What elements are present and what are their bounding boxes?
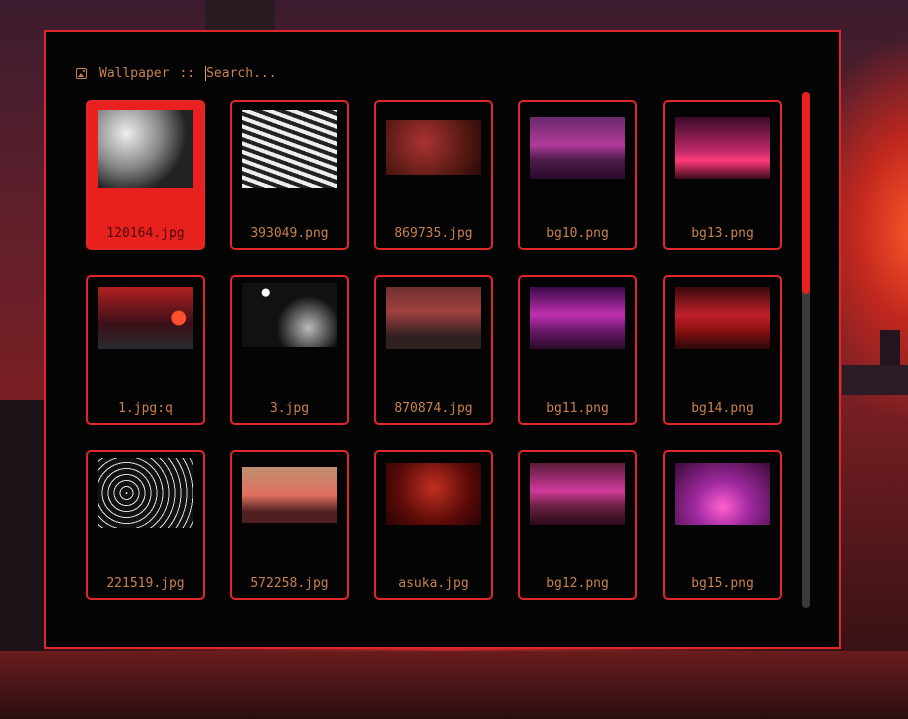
wallpaper-filename: 1.jpg:q	[118, 401, 173, 416]
wallpaper-filename: bg12.png	[546, 576, 609, 591]
wallpaper-thumbnail	[98, 287, 193, 349]
wallpaper-filename: 869735.jpg	[394, 226, 473, 241]
wallpaper-item[interactable]: bg13.png	[663, 100, 782, 250]
wallpaper-item[interactable]: 572258.jpg	[230, 450, 349, 600]
search-input[interactable]	[205, 65, 407, 81]
wallpaper-filename: 3.jpg	[269, 401, 310, 416]
wallpaper-item[interactable]: bg10.png	[518, 100, 637, 250]
wallpaper-thumbnail	[530, 117, 625, 179]
wallpaper-filename: 221519.jpg	[106, 576, 185, 591]
wallpaper-filename: bg15.png	[691, 576, 754, 591]
image-icon	[76, 67, 87, 79]
wallpaper-item[interactable]: 3.jpg	[230, 275, 349, 425]
background-ground	[0, 651, 908, 719]
wallpaper-thumbnail	[242, 467, 337, 523]
wallpaper-thumbnail	[386, 463, 481, 525]
separator: ::	[179, 65, 196, 81]
search-bar: Wallpaper ::	[76, 64, 407, 82]
wallpaper-filename: bg13.png	[691, 226, 754, 241]
wallpaper-item[interactable]: bg15.png	[663, 450, 782, 600]
wallpaper-filename: asuka.jpg	[398, 576, 469, 591]
wallpaper-thumbnail	[98, 458, 193, 528]
wallpaper-item[interactable]: 870874.jpg	[374, 275, 493, 425]
wallpaper-item[interactable]: bg12.png	[518, 450, 637, 600]
wallpaper-item[interactable]: 221519.jpg	[86, 450, 205, 600]
wallpaper-thumbnail	[675, 463, 770, 525]
wallpaper-item[interactable]: bg14.png	[663, 275, 782, 425]
background-building	[842, 365, 908, 395]
wallpaper-thumbnail	[386, 287, 481, 349]
wallpaper-launcher: Wallpaper :: 120164.jpg 393049.png 869735.…	[44, 30, 841, 649]
wallpaper-thumbnail	[98, 110, 193, 188]
wallpaper-filename: 120164.jpg	[106, 226, 185, 241]
wallpaper-item[interactable]: 393049.png	[230, 100, 349, 250]
wallpaper-item[interactable]: 1.jpg:q	[86, 275, 205, 425]
wallpaper-item[interactable]: 120164.jpg	[86, 100, 205, 250]
scrollbar-thumb[interactable]	[802, 92, 810, 294]
wallpaper-item[interactable]: asuka.jpg	[374, 450, 493, 600]
wallpaper-thumbnail	[242, 283, 337, 347]
background-building	[205, 0, 275, 30]
wallpaper-thumbnail	[675, 287, 770, 349]
wallpaper-thumbnail	[530, 287, 625, 349]
wallpaper-filename: 870874.jpg	[394, 401, 473, 416]
wallpaper-thumbnail	[386, 120, 481, 175]
wallpaper-thumbnail	[242, 110, 337, 188]
wallpaper-thumbnail	[675, 117, 770, 179]
wallpaper-thumbnail	[530, 463, 625, 525]
wallpaper-filename: bg11.png	[546, 401, 609, 416]
wallpaper-item[interactable]: bg11.png	[518, 275, 637, 425]
wallpaper-filename: 393049.png	[250, 226, 329, 241]
wallpaper-item[interactable]: 869735.jpg	[374, 100, 493, 250]
wallpaper-filename: bg10.png	[546, 226, 609, 241]
wallpaper-filename: bg14.png	[691, 401, 754, 416]
mode-label: Wallpaper	[99, 65, 170, 81]
scrollbar[interactable]	[802, 92, 810, 608]
wallpaper-filename: 572258.jpg	[250, 576, 329, 591]
